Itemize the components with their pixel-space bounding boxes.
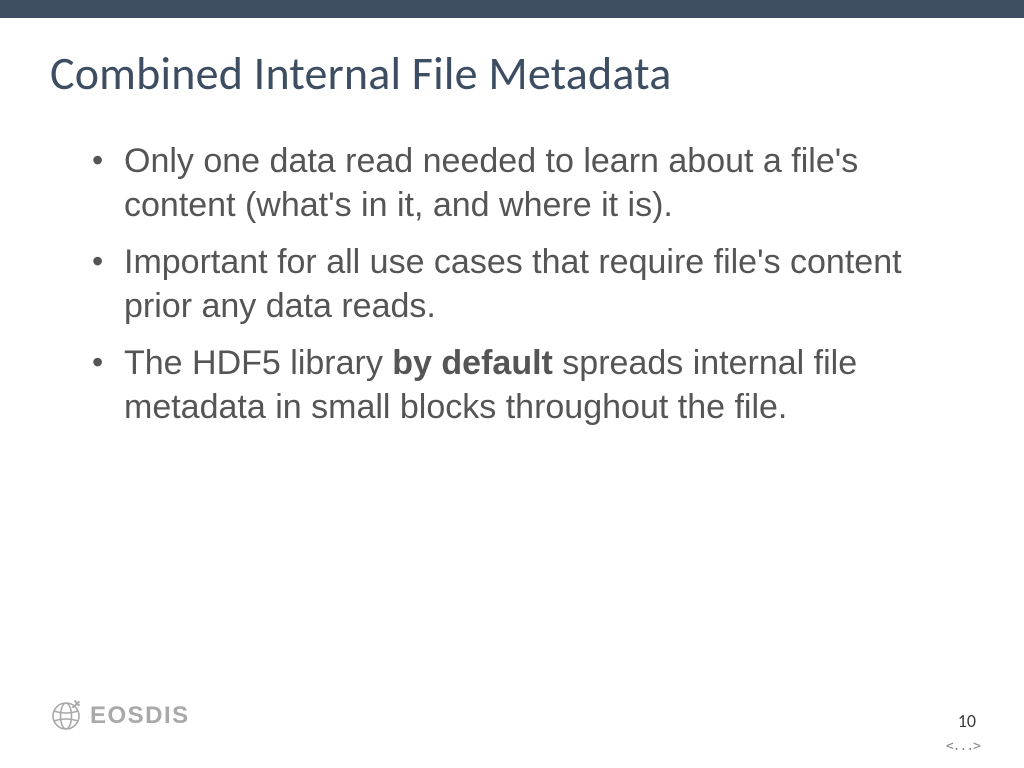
bullet-text-pre: The HDF5 library bbox=[124, 344, 392, 382]
bullet-item: The HDF5 library by default spreads inte… bbox=[92, 342, 974, 429]
globe-icon bbox=[50, 700, 82, 732]
bullet-item: Important for all use cases that require… bbox=[92, 241, 974, 328]
page-number: 10 bbox=[958, 710, 976, 732]
bullet-item: Only one data read needed to learn about… bbox=[92, 140, 974, 227]
bullet-text-pre: Important for all use cases that require… bbox=[124, 243, 902, 325]
footer-logo: EOSDIS bbox=[50, 700, 190, 732]
nav-indicator: <...> bbox=[946, 739, 980, 754]
top-accent-bar bbox=[0, 0, 1024, 18]
bullet-list: Only one data read needed to learn about… bbox=[50, 140, 974, 429]
slide-content: Combined Internal File Metadata Only one… bbox=[0, 18, 1024, 429]
logo-text: EOSDIS bbox=[90, 702, 190, 730]
slide-title: Combined Internal File Metadata bbox=[50, 46, 974, 102]
bullet-text-bold: by default bbox=[392, 344, 553, 382]
bullet-text-pre: Only one data read needed to learn about… bbox=[124, 142, 858, 224]
